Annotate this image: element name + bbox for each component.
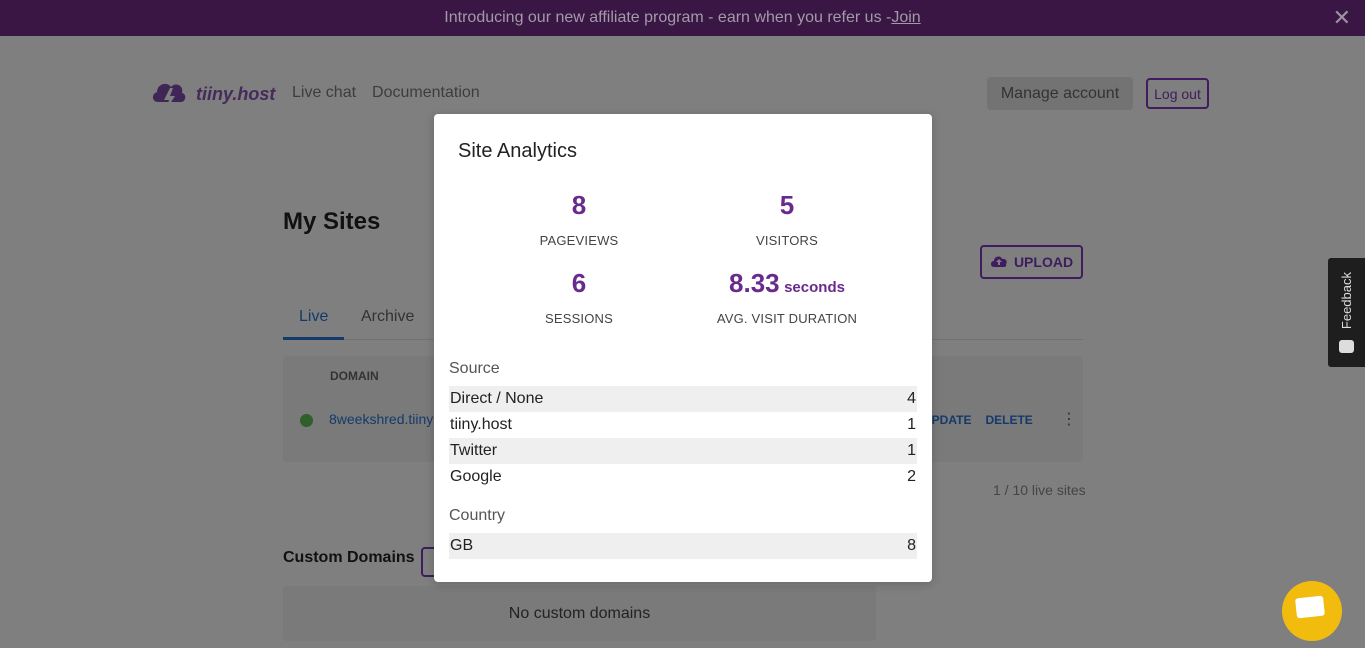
row-actions: UPDATE DELETE [923, 413, 1033, 427]
source-name: Direct / None [450, 390, 544, 407]
logo[interactable]: tiiny.host [150, 76, 275, 112]
table-row: GB 8 [449, 533, 917, 559]
smiley-icon [1339, 340, 1354, 353]
country-table: GB 8 [449, 533, 917, 559]
table-row: Twitter 1 [449, 438, 917, 464]
page-title: My Sites [283, 208, 381, 235]
source-name: Google [450, 468, 502, 485]
stat-label: VISITORS [755, 233, 819, 248]
nav-documentation[interactable]: Documentation [372, 84, 480, 102]
site-domain-link[interactable]: 8weekshred.tiiny [329, 411, 433, 427]
status-dot [300, 414, 313, 427]
source-name: Twitter [450, 442, 498, 459]
country-name: GB [450, 537, 474, 554]
top-nav: Live chat Documentation [292, 84, 480, 102]
stat-visitors: 5 VISITORS [667, 190, 907, 248]
source-count: 1 [907, 416, 916, 433]
stat-sessions: 6 SESSIONS [459, 268, 699, 326]
logout-button[interactable]: Log out [1146, 78, 1209, 109]
close-icon[interactable]: ✕ [1333, 5, 1351, 31]
modal-title: Site Analytics [458, 140, 577, 162]
upload-button[interactable]: UPLOAD [980, 245, 1083, 279]
feedback-label: Feedback [1339, 272, 1354, 330]
stat-value: 8.33 [729, 268, 780, 298]
more-options-icon[interactable]: ⋮ [1061, 409, 1077, 429]
manage-account-button[interactable]: Manage account [987, 77, 1133, 110]
source-count: 4 [907, 390, 916, 407]
cloud-bolt-icon [150, 76, 188, 112]
logo-text: tiiny.host [196, 83, 276, 104]
upload-label: UPLOAD [1013, 254, 1074, 270]
nav-live-chat[interactable]: Live chat [292, 84, 356, 102]
country-count: 8 [907, 537, 916, 554]
stat-value: 6 [571, 268, 587, 298]
feedback-tab[interactable]: Feedback [1328, 258, 1365, 367]
chat-icon [1295, 595, 1325, 619]
cloud-upload-icon [990, 254, 1008, 271]
stat-unit: seconds [784, 279, 845, 296]
source-count: 1 [907, 442, 916, 459]
live-sites-count: 1 / 10 live sites [993, 482, 1086, 498]
active-tab-indicator [283, 337, 344, 340]
chat-widget-button[interactable] [1282, 581, 1342, 641]
source-table: Direct / None 4 tiiny.host 1 Twitter 1 G… [449, 386, 917, 490]
stat-value: 5 [779, 190, 795, 220]
stat-value: 8 [571, 190, 587, 220]
no-custom-domains: No custom domains [283, 586, 876, 641]
delete-button[interactable]: DELETE [985, 413, 1032, 427]
site-analytics-modal: Site Analytics 8 PAGEVIEWS 5 VISITORS 6 … [434, 114, 932, 582]
banner-text: Introducing our new affiliate program - … [444, 9, 892, 26]
domain-column-header: DOMAIN [330, 369, 379, 383]
stat-label: AVG. VISIT DURATION [716, 311, 858, 326]
stat-label: SESSIONS [544, 311, 614, 326]
source-name: tiiny.host [450, 416, 512, 433]
source-count: 2 [907, 468, 916, 485]
source-section-label: Source [449, 360, 500, 377]
table-row: Direct / None 4 [449, 386, 917, 412]
table-row: tiiny.host 1 [449, 412, 917, 438]
banner-join-link[interactable]: Join [891, 9, 920, 27]
stat-label: PAGEVIEWS [539, 233, 619, 248]
custom-domains-title: Custom Domains [283, 549, 415, 566]
tab-live[interactable]: Live [299, 308, 328, 326]
table-row: Google 2 [449, 464, 917, 490]
country-section-label: Country [449, 507, 506, 524]
announcement-banner: Introducing our new affiliate program - … [0, 0, 1365, 36]
tab-archive[interactable]: Archive [361, 308, 414, 326]
stat-pageviews: 8 PAGEVIEWS [459, 190, 699, 248]
stat-avg-visit-duration: 8.33 seconds AVG. VISIT DURATION [667, 268, 907, 326]
